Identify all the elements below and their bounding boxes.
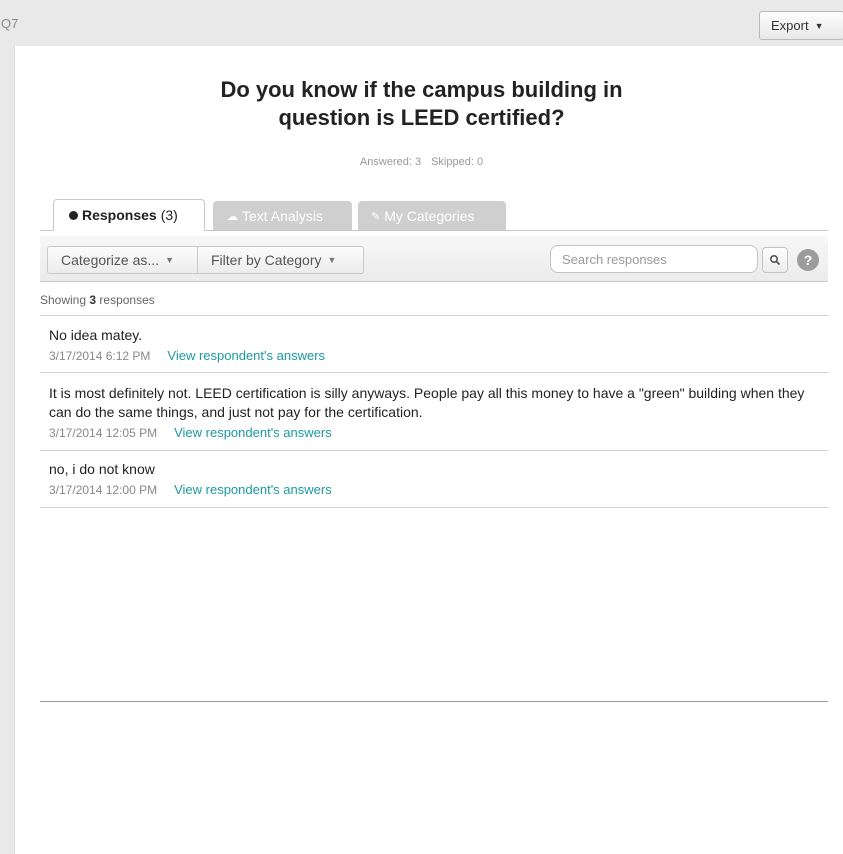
response-date: 3/17/2014 12:05 PM (49, 426, 158, 440)
list-item: No idea matey. 3/17/2014 6:12 PM View res… (49, 326, 829, 363)
view-answers-link[interactable]: View respondent's answers (174, 482, 332, 497)
response-meta: 3/17/2014 12:00 PM View respondent's answ… (49, 482, 829, 497)
tag-icon: ✎ (371, 210, 381, 223)
chevron-down-icon: ▼ (814, 20, 824, 31)
tab-my-categories[interactable]: ✎ My Categories (358, 201, 506, 231)
summary-prefix: Showing (40, 293, 87, 307)
response-text: no, i do not know (49, 461, 155, 477)
export-button[interactable]: Export ▼ (759, 11, 843, 40)
categorize-label: Categorize as... (61, 252, 160, 268)
export-label: Export (771, 18, 809, 33)
response-text: It is most definitely not. LEED certific… (49, 385, 805, 420)
response-date: 3/17/2014 12:00 PM (49, 483, 158, 497)
view-answers-link[interactable]: View respondent's answers (174, 425, 332, 440)
cloud-icon: ☁ (227, 210, 238, 223)
tab-my-categories-label: My Categories (384, 208, 475, 224)
summary-count: 3 (89, 293, 97, 307)
tab-responses-label: Responses (82, 207, 157, 223)
list-item: no, i do not know 3/17/2014 12:00 PM View… (49, 460, 829, 497)
tab-responses-count: (3) (160, 207, 178, 223)
divider (40, 507, 828, 508)
response-count-summary: Showing 3 responses (40, 293, 155, 307)
response-date: 3/17/2014 6:12 PM (49, 349, 151, 363)
tab-text-analysis[interactable]: ☁ Text Analysis (213, 201, 352, 231)
tab-responses[interactable]: Responses (3) (53, 199, 205, 231)
help-icon[interactable]: ? (797, 249, 819, 271)
response-toolbar: Categorize as... ▼ Filter by Category ▼ … (40, 236, 828, 282)
view-answers-link[interactable]: View respondent's answers (167, 348, 325, 363)
search-button[interactable] (762, 247, 788, 273)
divider (40, 315, 828, 316)
dot-icon (69, 210, 78, 220)
chevron-down-icon: ▼ (165, 255, 174, 265)
response-stats: Answered: 3 Skipped: 0 (0, 156, 843, 168)
filter-category-dropdown[interactable]: Filter by Category ▼ (197, 246, 364, 274)
chevron-down-icon: ▼ (327, 255, 337, 265)
answered-count: Answered: 3 (359, 156, 422, 168)
summary-suffix: responses (99, 293, 155, 307)
divider (40, 450, 828, 451)
response-meta: 3/17/2014 6:12 PM View respondent's answe… (49, 348, 829, 363)
question-title: Do you know if the campus building in qu… (0, 76, 843, 132)
response-meta: 3/17/2014 12:05 PM View respondent's answ… (49, 425, 829, 440)
categorize-dropdown[interactable]: Categorize as... ▼ (47, 246, 198, 274)
filter-label: Filter by Category (211, 252, 322, 268)
divider (40, 372, 828, 373)
tab-text-analysis-label: Text Analysis (242, 208, 323, 224)
top-bar: Q7 Export ▼ (0, 0, 843, 46)
list-item: It is most definitely not. LEED certific… (49, 384, 829, 440)
search-icon (769, 254, 781, 266)
response-text: No idea matey. (49, 327, 143, 343)
search-input[interactable]: Search responses (550, 245, 758, 273)
divider (40, 701, 828, 702)
question-title-line2: question is LEED certified? (278, 105, 565, 130)
question-number: Q7 (1, 16, 19, 31)
question-title-line1: Do you know if the campus building in (220, 77, 623, 102)
skipped-count: Skipped: 0 (431, 156, 484, 168)
